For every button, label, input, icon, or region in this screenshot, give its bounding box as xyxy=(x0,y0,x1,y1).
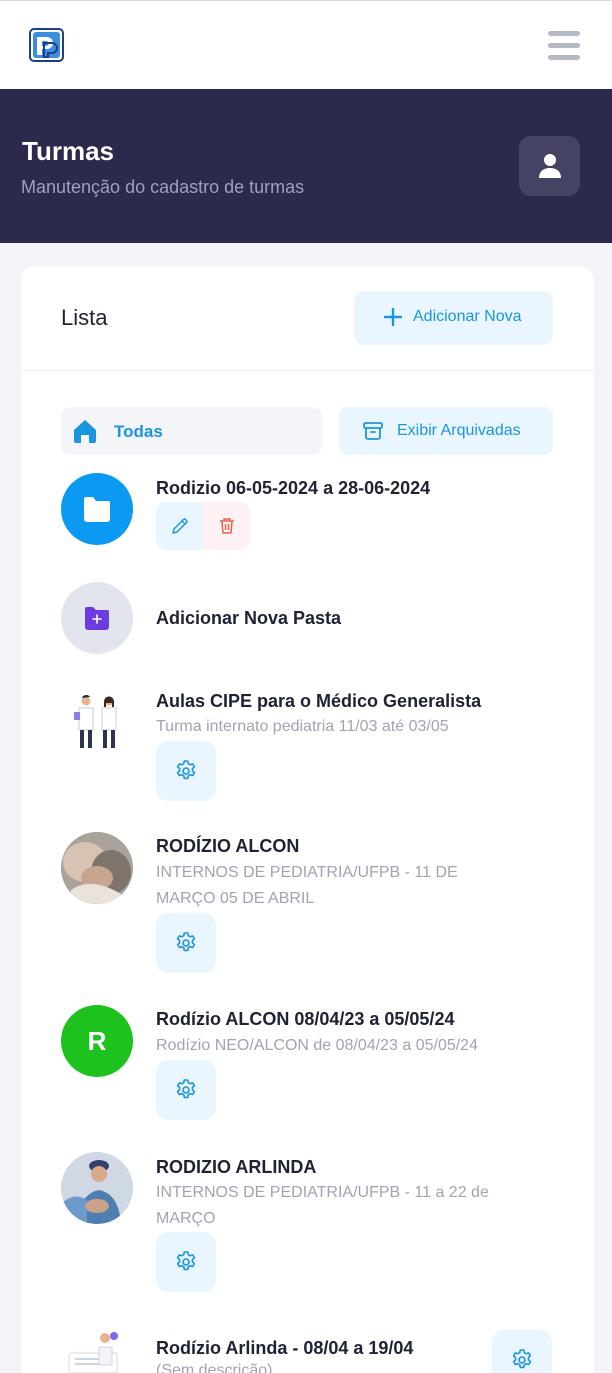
page-subtitle: Manutenção do cadastro de turmas xyxy=(21,177,305,197)
item-title[interactable]: RODIZIO ARLINDA xyxy=(156,1157,316,1178)
gear-icon xyxy=(176,932,196,952)
gear-icon xyxy=(176,1079,196,1099)
item-description: INTERNOS DE PEDIATRIA/UFPB - 11 DE MARÇO… xyxy=(156,864,458,907)
top-bar xyxy=(0,0,612,89)
page-header: Turmas Manutenção do cadastro de turmas xyxy=(0,89,612,243)
delete-button[interactable] xyxy=(203,502,250,550)
tab-show-archived[interactable]: Exibir Arquivadas xyxy=(339,407,553,455)
tab-archived-label: Exibir Arquivadas xyxy=(397,422,521,439)
gear-icon xyxy=(176,1251,196,1271)
hamburger-menu-button[interactable] xyxy=(548,31,580,61)
pencil-icon xyxy=(172,518,188,534)
item-illustration xyxy=(61,1327,133,1373)
archive-icon xyxy=(363,422,383,440)
settings-button[interactable] xyxy=(156,913,216,973)
gear-icon xyxy=(512,1349,532,1369)
page-title: Turmas xyxy=(22,136,114,166)
item-description: INTERNOS DE PEDIATRIA/UFPB - 11 a 22 de … xyxy=(156,1184,489,1227)
list-card: Lista Adicionar Nova Todas Exibir Arquiv… xyxy=(21,266,594,1373)
trash-icon xyxy=(220,518,234,534)
add-folder-avatar[interactable] xyxy=(61,582,133,654)
item-title[interactable]: Rodízio ALCON 08/04/23 a 05/05/24 xyxy=(156,1009,454,1030)
gear-icon xyxy=(176,760,196,780)
item-title[interactable]: Rodizio 06-05-2024 a 28-06-2024 xyxy=(156,478,430,499)
divider xyxy=(21,370,594,371)
item-description: (Sem descrição) xyxy=(156,1362,273,1373)
add-new-label: Adicionar Nova xyxy=(413,308,522,325)
plus-icon xyxy=(384,308,402,326)
add-new-button[interactable]: Adicionar Nova xyxy=(354,291,553,345)
user-button[interactable] xyxy=(519,136,580,196)
tab-all[interactable]: Todas xyxy=(61,407,322,455)
card-title: Lista xyxy=(61,305,108,330)
item-title[interactable]: Aulas CIPE para o Médico Generalista xyxy=(156,691,481,712)
item-title[interactable]: RODÍZIO ALCON xyxy=(156,836,299,857)
folder-icon xyxy=(84,497,110,522)
item-description: Rodízio NEO/ALCON de 08/04/23 a 05/05/24 xyxy=(156,1037,478,1054)
doctors-illustration xyxy=(61,686,133,758)
item-title[interactable]: Rodízio Arlinda - 08/04 a 19/04 xyxy=(156,1338,413,1359)
folder-avatar[interactable] xyxy=(61,473,133,545)
settings-button[interactable] xyxy=(156,741,216,801)
hamburger-icon xyxy=(548,31,580,36)
settings-button[interactable] xyxy=(156,1060,216,1120)
letter-avatar[interactable]: R xyxy=(61,1005,133,1077)
tab-all-label: Todas xyxy=(114,422,163,441)
settings-button[interactable] xyxy=(156,1232,216,1292)
add-folder-title[interactable]: Adicionar Nova Pasta xyxy=(156,608,341,629)
app-logo[interactable] xyxy=(29,28,64,62)
item-photo-avatar[interactable] xyxy=(61,832,133,904)
edit-button[interactable] xyxy=(156,502,203,550)
home-icon xyxy=(74,420,96,443)
folder-plus-icon xyxy=(85,607,109,630)
item-photo-avatar[interactable] xyxy=(61,1152,133,1224)
user-icon xyxy=(539,154,561,178)
item-description: Turma internato pediatria 11/03 até 03/0… xyxy=(156,718,449,735)
settings-button[interactable] xyxy=(492,1330,552,1373)
